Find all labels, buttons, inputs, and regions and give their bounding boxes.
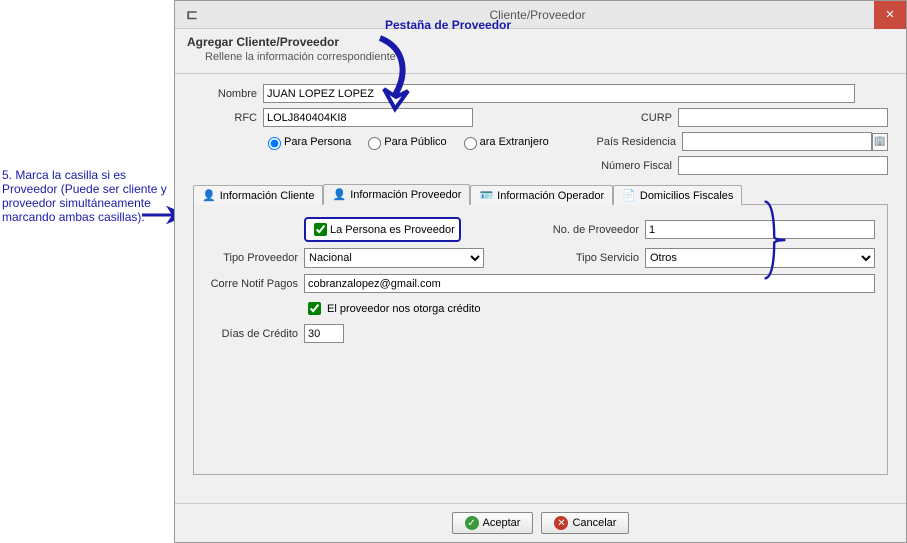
- nombre-label: Nombre: [193, 88, 263, 100]
- content-area: Nombre Pestaña de Proveedor RFC CURP Par…: [175, 74, 906, 485]
- person-icon: 👤: [202, 189, 216, 202]
- dialog-window: ⊏ Cliente/Proveedor ✕ Agregar Cliente/Pr…: [174, 0, 907, 543]
- tab-operador-label: Información Operador: [497, 190, 604, 202]
- chk-es-proveedor[interactable]: La Persona es Proveedor: [304, 217, 461, 242]
- tab-domicilios-label: Domicilios Fiscales: [640, 190, 734, 202]
- nombre-input[interactable]: [263, 84, 855, 103]
- dias-input[interactable]: [304, 324, 344, 343]
- aceptar-button[interactable]: ✓ Aceptar: [452, 512, 534, 534]
- correo-label: Corre Notif Pagos: [206, 278, 304, 290]
- header-title: Agregar Cliente/Proveedor: [187, 35, 894, 49]
- app-icon: ⊏: [183, 6, 201, 24]
- tab-operador[interactable]: 🪪 Información Operador: [470, 185, 613, 205]
- cancelar-button[interactable]: ✕ Cancelar: [541, 512, 629, 534]
- tipo-servicio-label: Tipo Servicio: [535, 252, 645, 264]
- header-subtitle: Rellene la información correspondiente: [205, 51, 894, 63]
- tab-proveedor[interactable]: 👤 Información Proveedor: [323, 184, 470, 205]
- pais-input[interactable]: [682, 132, 872, 151]
- rfc-input[interactable]: [263, 108, 473, 127]
- radio-extranjero-input[interactable]: [464, 137, 477, 150]
- titlebar: ⊏ Cliente/Proveedor ✕: [175, 1, 906, 29]
- ok-icon: ✓: [465, 516, 479, 530]
- tipo-proveedor-select[interactable]: Nacional: [304, 248, 484, 268]
- person-icon: 👤: [332, 188, 346, 201]
- chk-credito-label: El proveedor nos otorga crédito: [327, 303, 480, 315]
- cancel-icon: ✕: [554, 516, 568, 530]
- chk-es-proveedor-input[interactable]: [314, 223, 327, 236]
- lookup-icon[interactable]: 🏢: [872, 133, 888, 151]
- cancelar-label: Cancelar: [572, 517, 616, 529]
- curp-input[interactable]: [678, 108, 888, 127]
- card-icon: 🪪: [479, 189, 493, 202]
- radio-persona[interactable]: Para Persona: [263, 134, 351, 150]
- tab-domicilios[interactable]: 📄 Domicilios Fiscales: [613, 185, 742, 205]
- numfiscal-input[interactable]: [678, 156, 888, 175]
- window-title: Cliente/Proveedor: [201, 8, 874, 22]
- chk-es-proveedor-label: La Persona es Proveedor: [330, 224, 455, 236]
- close-icon: ✕: [885, 8, 894, 21]
- tab-cliente-label: Información Cliente: [220, 190, 315, 202]
- chk-credito[interactable]: El proveedor nos otorga crédito: [304, 299, 480, 318]
- no-proveedor-label: No. de Proveedor: [535, 224, 645, 236]
- radio-publico-input[interactable]: [368, 137, 381, 150]
- annotation-tab-hint: Pestaña de Proveedor: [385, 18, 511, 32]
- numfiscal-label: Número Fiscal: [578, 160, 678, 172]
- dias-label: Días de Crédito: [206, 328, 304, 340]
- radio-extranjero[interactable]: ara Extranjero: [459, 134, 549, 150]
- tab-cliente[interactable]: 👤 Información Cliente: [193, 185, 323, 205]
- radio-persona-input[interactable]: [268, 137, 281, 150]
- chk-credito-input[interactable]: [308, 302, 321, 315]
- bracket-icon: [760, 200, 790, 280]
- tab-proveedor-label: Información Proveedor: [350, 189, 461, 201]
- radio-publico[interactable]: Para Público: [363, 134, 446, 150]
- rfc-label: RFC: [193, 112, 263, 124]
- doc-icon: 📄: [622, 189, 636, 202]
- close-button[interactable]: ✕: [874, 1, 906, 29]
- curp-label: CURP: [578, 112, 678, 124]
- pais-label: País Residencia: [582, 136, 682, 148]
- header-section: Agregar Cliente/Proveedor Rellene la inf…: [175, 29, 906, 74]
- footer: ✓ Aceptar ✕ Cancelar: [175, 503, 906, 542]
- arrow-curve-icon: [370, 33, 420, 113]
- tipo-proveedor-label: Tipo Proveedor: [206, 252, 304, 264]
- aceptar-label: Aceptar: [483, 517, 521, 529]
